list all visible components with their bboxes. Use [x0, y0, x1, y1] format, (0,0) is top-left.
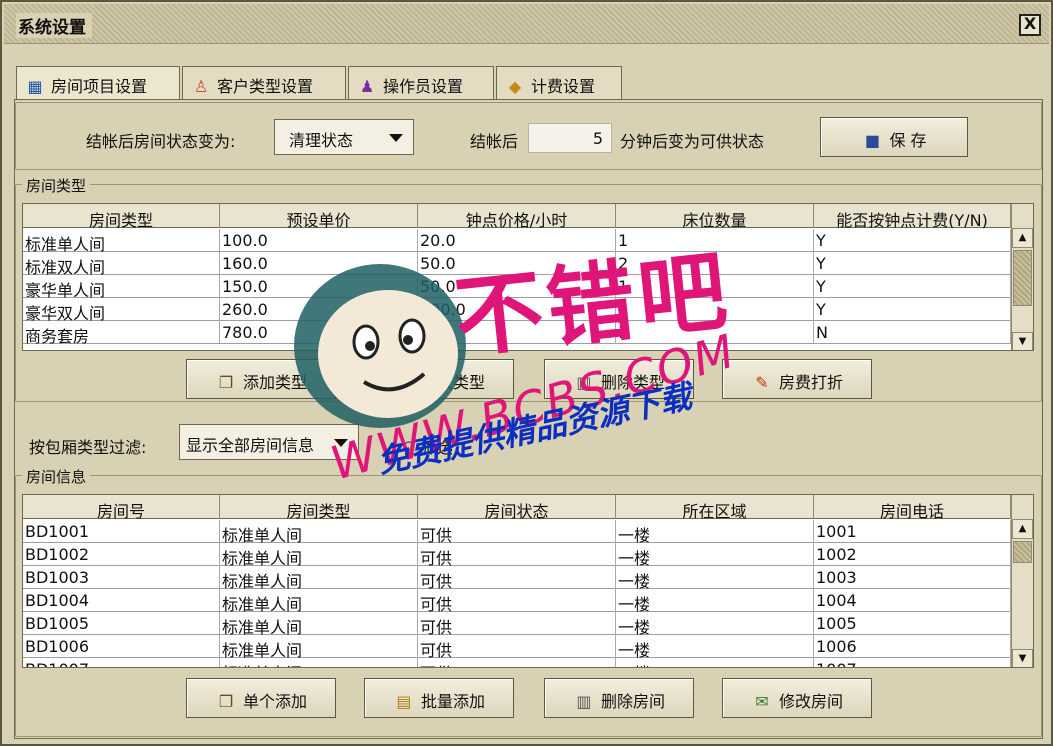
minutes-suffix: 分钟后变为可供状态 [620, 132, 765, 151]
table-row[interactable]: 标准单人间 100.0 20.0 1 Y [23, 229, 1011, 254]
window-title: 系统设置 [16, 13, 92, 38]
calendar-icon: ▦ [27, 77, 43, 96]
trash-icon: ▥ [576, 373, 592, 392]
room-types-legend: 房间类型 [22, 175, 91, 196]
table-row[interactable]: BD1001 标准单人间 可供 一楼 1001 [23, 520, 1011, 545]
table-row[interactable]: BD1006 标准单人间 可供 一楼 1006 [23, 635, 1011, 660]
delete-type-button[interactable]: ▥ 删除类型 [544, 359, 694, 399]
scroll-down-icon[interactable]: ▼ [1012, 649, 1033, 667]
column-header[interactable]: 钟点价格/小时 [418, 204, 616, 230]
table-row[interactable]: 商务套房 780.0 0.0 1 N [23, 321, 1011, 346]
minutes-input[interactable]: 5 [528, 123, 612, 153]
close-button[interactable]: X [1019, 14, 1041, 36]
rooms-group: 房间信息 房间号 房间类型 房间状态 所在区域 房间电话 BD1001 标准单人… [15, 466, 1042, 737]
room-types-scrollbar[interactable]: ▲ ▼ [1011, 204, 1033, 350]
scroll-thumb[interactable] [1013, 541, 1032, 563]
add-type-button[interactable]: ❐ 添加类型 [186, 359, 336, 399]
edit-tray-icon: ✉ [755, 692, 769, 711]
chevron-down-icon [334, 439, 348, 447]
column-header[interactable]: 所在区域 [616, 495, 814, 521]
status-select[interactable]: 清理状态 [274, 119, 414, 155]
filter-label: 按包厢类型过滤: [29, 438, 147, 457]
discount-button[interactable]: ✎ 房费打折 [722, 359, 872, 399]
add-document-icon: ❐ [218, 692, 234, 711]
filter-button[interactable]: ⚲ 筛选 [403, 434, 453, 458]
scroll-thumb[interactable] [1013, 250, 1032, 306]
column-header[interactable]: 房间号 [23, 495, 220, 521]
rooms-legend: 房间信息 [22, 466, 91, 487]
save-button[interactable]: ■ 保 存 [820, 117, 968, 157]
rooms-table[interactable]: 房间号 房间类型 房间状态 所在区域 房间电话 BD1001 标准单人间 可供 … [22, 494, 1034, 668]
table-row[interactable]: BD1005 标准单人间 可供 一楼 1005 [23, 612, 1011, 637]
title-bar[interactable]: 系统设置 X [4, 4, 1049, 44]
tab-room-settings[interactable]: ▦ 房间项目设置 [16, 66, 180, 102]
column-header[interactable]: 预设单价 [220, 204, 418, 230]
floppy-disk-icon: ■ [864, 131, 881, 150]
edit-room-button[interactable]: ✉ 修改房间 [722, 678, 872, 718]
after-label: 结帐后 [470, 132, 519, 151]
tab-panel: 结帐后房间状态变为: 清理状态 结帐后 5 分钟后变为可供状态 ■ 保 存 房间类… [14, 99, 1043, 739]
close-icon: X [1023, 14, 1037, 33]
table-row[interactable]: 豪华双人间 260.0 100.0 1 Y [23, 298, 1011, 323]
add-document-icon: ❐ [218, 373, 234, 392]
filter-select[interactable]: 显示全部房间信息 [179, 424, 359, 460]
table-row[interactable]: 豪华单人间 150.0 50.0 1 Y [23, 275, 1011, 300]
pencil-icon: ✎ [755, 373, 769, 392]
settings-window: 系统设置 X ▦ 房间项目设置 ♙ 客户类型设置 ♟ 操作员设置 ◆ 计费设置 结帐后房… [0, 0, 1053, 746]
column-header[interactable]: 房间状态 [418, 495, 616, 521]
scroll-up-icon[interactable]: ▲ [1012, 519, 1033, 539]
filter-icon: ⚲ [403, 438, 415, 457]
column-header[interactable]: 能否按钟点计费(Y/N) [814, 204, 1011, 230]
column-header[interactable]: 房间电话 [814, 495, 1011, 521]
batch-add-button[interactable]: ▤ 批量添加 [364, 678, 514, 718]
chevron-down-icon [389, 134, 403, 142]
scroll-up-icon[interactable]: ▲ [1012, 228, 1033, 248]
table-header: 房间号 房间类型 房间状态 所在区域 房间电话 [23, 495, 1011, 521]
column-header[interactable]: 房间类型 [220, 495, 418, 521]
edit-type-button[interactable]: ✉ 修改类型 [364, 359, 514, 399]
tab-customer-type[interactable]: ♙ 客户类型设置 [182, 66, 346, 100]
status-label: 结帐后房间状态变为: [86, 132, 236, 151]
table-header: 房间类型 预设单价 钟点价格/小时 床位数量 能否按钟点计费(Y/N) [23, 204, 1011, 230]
tab-billing[interactable]: ◆ 计费设置 [496, 66, 622, 100]
room-types-table[interactable]: 房间类型 预设单价 钟点价格/小时 床位数量 能否按钟点计费(Y/N) 标准单人… [22, 203, 1034, 351]
checkout-group: 结帐后房间状态变为: 清理状态 结帐后 5 分钟后变为可供状态 ■ 保 存 [15, 102, 1042, 170]
delete-room-button[interactable]: ▥ 删除房间 [544, 678, 694, 718]
table-row[interactable]: BD1007 标准单人间 可供 一楼 1007 [23, 658, 1011, 667]
scroll-down-icon[interactable]: ▼ [1012, 332, 1033, 350]
tab-operator[interactable]: ♟ 操作员设置 [348, 66, 494, 100]
column-header[interactable]: 房间类型 [23, 204, 220, 230]
table-row[interactable]: 标准双人间 160.0 50.0 2 Y [23, 252, 1011, 277]
rooms-scrollbar[interactable]: ▲ ▼ [1011, 495, 1033, 667]
trash-icon: ▥ [576, 692, 592, 711]
table-row[interactable]: BD1002 标准单人间 可供 一楼 1002 [23, 543, 1011, 568]
operator-icon: ♟ [359, 77, 375, 96]
batch-list-icon: ▤ [396, 692, 412, 711]
table-row[interactable]: BD1004 标准单人间 可供 一楼 1004 [23, 589, 1011, 614]
room-types-group: 房间类型 房间类型 预设单价 钟点价格/小时 床位数量 能否按钟点计费(Y/N)… [15, 175, 1042, 402]
edit-tray-icon: ✉ [397, 373, 411, 392]
person-icon: ♙ [193, 77, 209, 96]
column-header[interactable]: 床位数量 [616, 204, 814, 230]
add-single-room-button[interactable]: ❐ 单个添加 [186, 678, 336, 718]
table-row[interactable]: BD1003 标准单人间 可供 一楼 1003 [23, 566, 1011, 591]
money-bag-icon: ◆ [508, 77, 522, 96]
